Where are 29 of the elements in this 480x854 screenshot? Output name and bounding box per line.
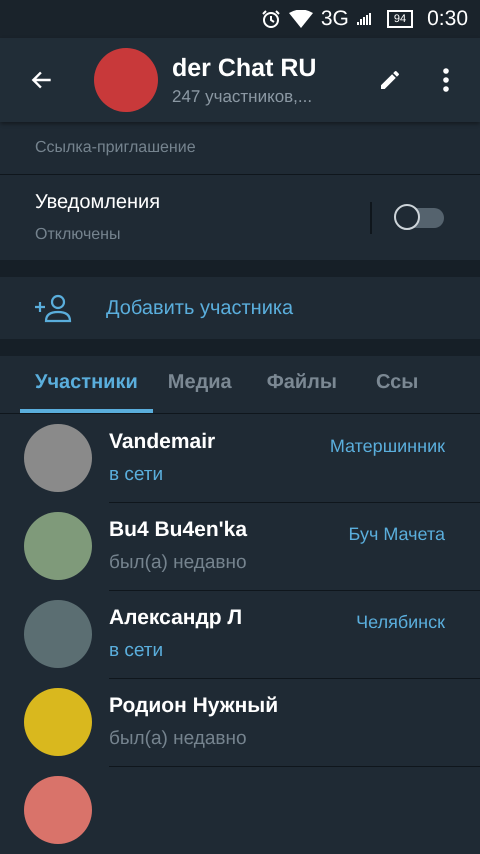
member-name: Bu4 Bu4en'ka: [109, 518, 248, 542]
member-name: Александр Л: [109, 606, 244, 630]
member-count: 247 участников,...: [172, 86, 314, 106]
network-type: 3G: [320, 7, 349, 31]
invite-link-caption: Ссылка-приглашение: [35, 139, 196, 158]
pencil-icon: [378, 68, 402, 92]
member-status: был(а) недавно: [109, 728, 248, 750]
member-status: был(а) недавно: [109, 552, 248, 574]
notifications-status: Отключены: [35, 226, 122, 244]
member-name: Родион Нужный: [109, 694, 280, 718]
more-options-icon: [442, 67, 450, 93]
member-status: в сети: [109, 640, 164, 662]
member-status: в сети: [109, 464, 164, 486]
clock-time: 0:30: [427, 7, 468, 31]
add-member-button[interactable]: Добавить участника: [106, 296, 294, 320]
tab[interactable]: Файлы: [246, 356, 361, 413]
chat-title: der Chat RU: [172, 54, 318, 82]
member-title: Челябинск: [356, 612, 445, 632]
battery-indicator: 94: [386, 10, 414, 28]
signal-icon: [356, 13, 371, 25]
member-name: Vandemair: [109, 430, 216, 454]
wifi-icon: [288, 10, 313, 28]
tab[interactable]: Ссы: [360, 356, 434, 413]
tab[interactable]: Медиа: [152, 356, 247, 413]
add-person-icon: [34, 293, 72, 324]
alarm-clock-icon: [260, 9, 281, 29]
member-title: Матершинник: [330, 436, 445, 456]
notifications-label: Уведомления: [35, 191, 162, 214]
member-title: Буч Мачета: [348, 524, 445, 544]
